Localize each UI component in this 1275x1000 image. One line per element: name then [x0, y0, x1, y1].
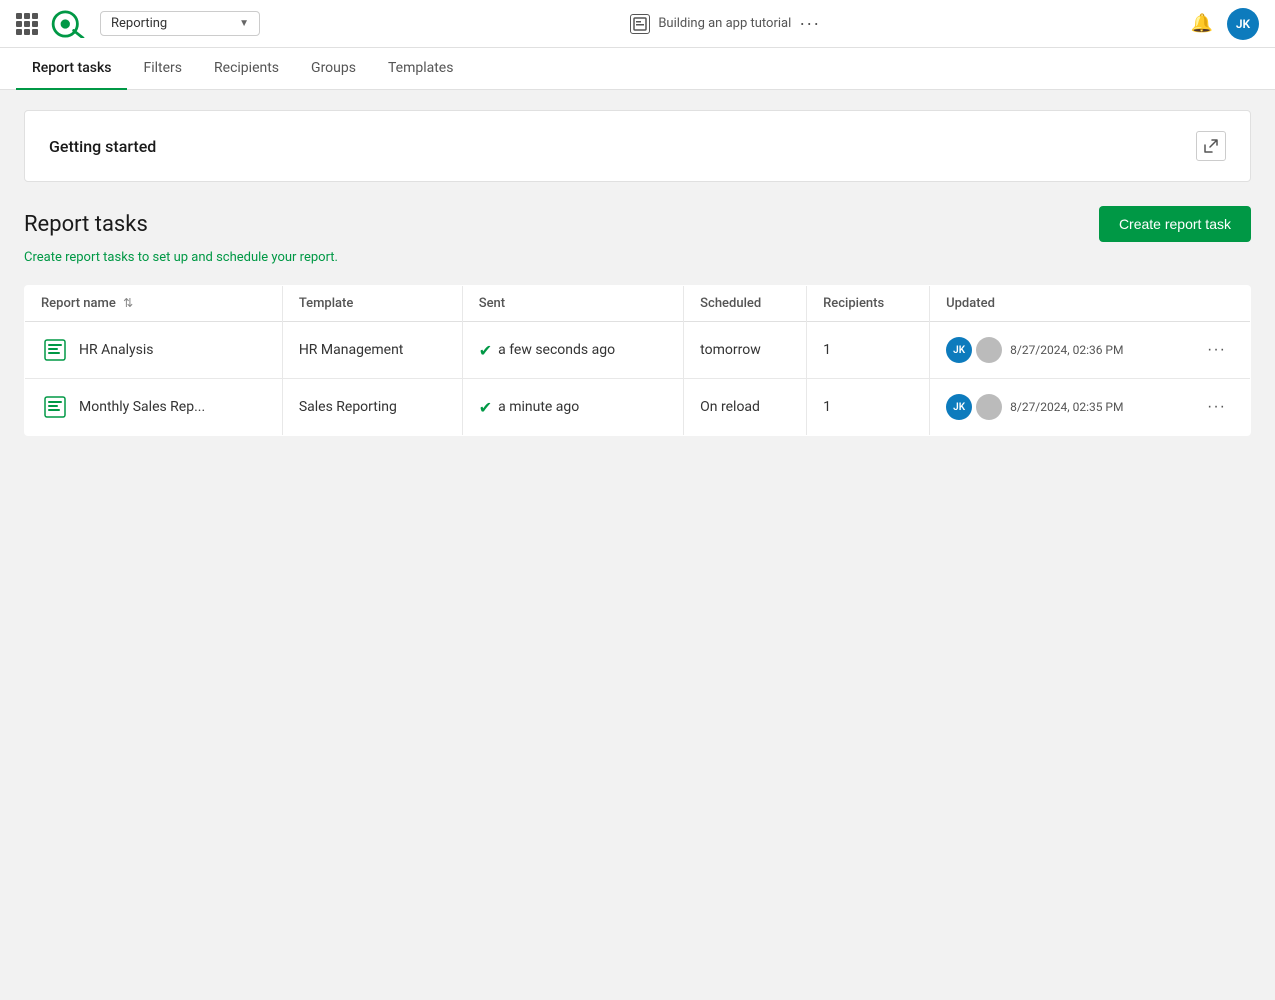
- check-icon: ✔: [479, 398, 492, 417]
- sent-time: a minute ago: [498, 399, 579, 415]
- header-left: Reporting ▼: [16, 10, 260, 38]
- user-avatar[interactable]: JK: [1227, 8, 1259, 40]
- section-header: Report tasks Create report task: [24, 206, 1251, 242]
- col-header-sent: Sent: [462, 286, 683, 322]
- avatar: JK: [946, 337, 972, 363]
- tab-templates[interactable]: Templates: [372, 48, 470, 90]
- cell-sent: ✔ a minute ago: [462, 379, 683, 436]
- check-icon: ✔: [479, 341, 492, 360]
- col-header-template: Template: [282, 286, 462, 322]
- row-menu-button[interactable]: ···: [1199, 337, 1234, 363]
- col-header-recipients: Recipients: [807, 286, 930, 322]
- notifications-bell-icon[interactable]: 🔔: [1191, 13, 1213, 34]
- main-content: Getting started Report tasks Create repo…: [0, 90, 1275, 456]
- avatar: JK: [946, 394, 972, 420]
- expand-button[interactable]: [1196, 131, 1226, 161]
- cell-sent: ✔ a few seconds ago: [462, 322, 683, 379]
- cell-report-name: HR Analysis: [25, 322, 283, 379]
- tab-report-tasks[interactable]: Report tasks: [16, 48, 127, 90]
- create-report-task-button[interactable]: Create report task: [1099, 206, 1251, 242]
- nav-tabs: Report tasks Filters Recipients Groups T…: [0, 48, 1275, 90]
- avatars-row: JK: [946, 337, 1002, 363]
- avatar-gray: [976, 337, 1002, 363]
- tutorial-more-button[interactable]: ···: [799, 13, 820, 34]
- updated-date: 8/27/2024, 02:35 PM: [1010, 400, 1123, 414]
- chevron-down-icon: ▼: [239, 18, 249, 29]
- section-subtitle: Create report tasks to set up and schedu…: [24, 250, 1251, 265]
- report-name-text: Monthly Sales Rep...: [79, 399, 205, 415]
- table-row: HR Analysis HR Management ✔ a few second…: [25, 322, 1251, 379]
- cell-report-name: Monthly Sales Rep...: [25, 379, 283, 436]
- app-selector-label: Reporting: [111, 16, 167, 31]
- table-row: Monthly Sales Rep... Sales Reporting ✔ a…: [25, 379, 1251, 436]
- avatars-row: JK: [946, 394, 1002, 420]
- getting-started-title: Getting started: [49, 137, 156, 156]
- tab-filters[interactable]: Filters: [127, 48, 198, 90]
- cell-scheduled: On reload: [684, 379, 807, 436]
- cell-template: Sales Reporting: [282, 379, 462, 436]
- cell-updated: JK 8/27/2024, 02:35 PM ···: [930, 379, 1251, 436]
- cell-updated: JK 8/27/2024, 02:36 PM ···: [930, 322, 1251, 379]
- tutorial-label: Building an app tutorial: [658, 16, 791, 31]
- col-header-report-name[interactable]: Report name ⇅: [25, 286, 283, 322]
- app-header: Reporting ▼ Building an app tutorial ···…: [0, 0, 1275, 48]
- report-name-text: HR Analysis: [79, 342, 153, 358]
- tab-recipients[interactable]: Recipients: [198, 48, 295, 90]
- tutorial-icon: [630, 14, 650, 34]
- getting-started-card: Getting started: [24, 110, 1251, 182]
- cell-recipients: 1: [807, 379, 930, 436]
- report-icon: [41, 393, 69, 421]
- sort-icon: ⇅: [123, 296, 133, 310]
- report-icon: [41, 336, 69, 364]
- cell-template: HR Management: [282, 322, 462, 379]
- col-header-scheduled: Scheduled: [684, 286, 807, 322]
- avatar-gray: [976, 394, 1002, 420]
- report-tasks-table: Report name ⇅ Template Sent Scheduled Re…: [24, 285, 1251, 436]
- grid-menu-icon[interactable]: [16, 13, 38, 35]
- cell-scheduled: tomorrow: [684, 322, 807, 379]
- cell-recipients: 1: [807, 322, 930, 379]
- table-header-row: Report name ⇅ Template Sent Scheduled Re…: [25, 286, 1251, 322]
- row-menu-button[interactable]: ···: [1199, 394, 1234, 420]
- section-title: Report tasks: [24, 212, 148, 237]
- header-right: 🔔 JK: [1191, 8, 1259, 40]
- updated-date: 8/27/2024, 02:36 PM: [1010, 343, 1123, 357]
- col-header-updated: Updated: [930, 286, 1251, 322]
- tab-groups[interactable]: Groups: [295, 48, 372, 90]
- app-selector[interactable]: Reporting ▼: [100, 11, 260, 36]
- sent-time: a few seconds ago: [498, 342, 615, 358]
- qlik-logo[interactable]: [50, 10, 88, 38]
- header-center: Building an app tutorial ···: [276, 13, 1175, 34]
